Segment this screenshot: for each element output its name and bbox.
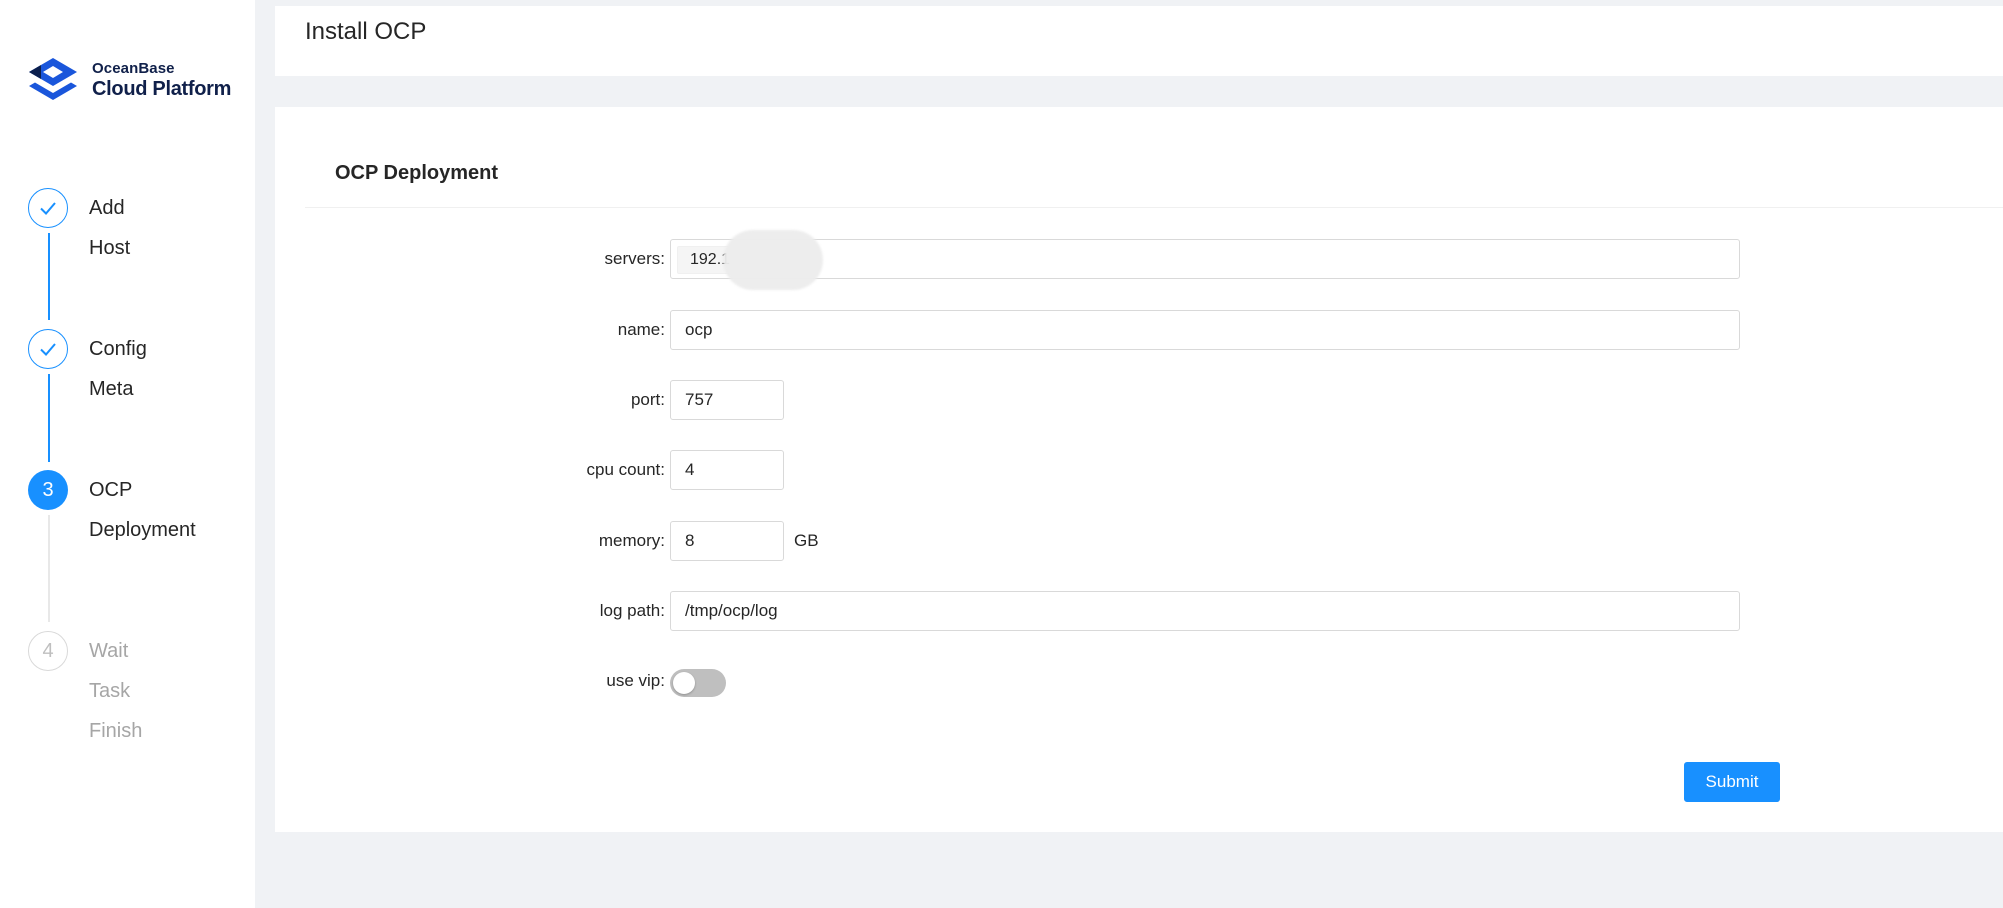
toggle-knob <box>673 672 695 694</box>
sidebar: OceanBase Cloud Platform Add Host Config… <box>0 0 255 908</box>
step-4-title: Wait Task Finish <box>89 640 143 742</box>
step-connector <box>48 515 50 622</box>
redaction-blur <box>723 230 823 290</box>
submit-button[interactable]: Submit <box>1684 762 1780 802</box>
step-connector <box>48 374 50 462</box>
port-input[interactable]: 757 <box>670 380 784 420</box>
ocp-deployment-card: OCP Deployment servers: 192.1 name: ocp … <box>275 107 2003 832</box>
log-path-input[interactable]: /tmp/ocp/log <box>670 591 1740 631</box>
step-1-check-icon <box>28 188 68 228</box>
card-divider <box>305 207 2003 208</box>
page-title: Install OCP <box>305 18 427 45</box>
step-2-title: Config Meta <box>89 338 147 400</box>
servers-select[interactable]: 192.1 <box>670 230 1740 290</box>
page-header: Install OCP <box>275 6 2003 76</box>
step-2-check-icon <box>28 329 68 369</box>
port-label: port: <box>630 390 665 409</box>
logo-brand-line1: OceanBase <box>92 60 175 77</box>
step-3-title-line2: Deployment <box>89 519 196 541</box>
oceanbase-logo: OceanBase Cloud Platform <box>27 56 231 104</box>
log-path-label: log path: <box>599 601 665 620</box>
card-title: OCP Deployment <box>335 162 498 184</box>
step-1-title: Add Host <box>89 197 131 259</box>
use-vip-toggle[interactable] <box>670 669 726 697</box>
memory-input[interactable]: 8 <box>670 521 784 561</box>
cpu-count-input[interactable]: 4 <box>670 450 784 490</box>
step-3-number-icon: 3 <box>28 470 68 510</box>
name-label: name: <box>617 320 665 339</box>
oceanbase-logo-icon <box>29 58 77 100</box>
memory-label: memory: <box>598 531 665 550</box>
use-vip-label: use vip: <box>606 671 665 690</box>
step-3-title-line1: OCP <box>89 479 133 501</box>
memory-unit: GB <box>794 531 819 550</box>
cpu-count-label: cpu count: <box>586 460 665 479</box>
step-4-number-icon: 4 <box>28 631 68 671</box>
logo-brand-line2: Cloud Platform <box>92 78 232 100</box>
name-input[interactable]: ocp <box>670 310 1740 350</box>
servers-label: servers: <box>604 249 665 268</box>
step-connector <box>48 233 50 320</box>
